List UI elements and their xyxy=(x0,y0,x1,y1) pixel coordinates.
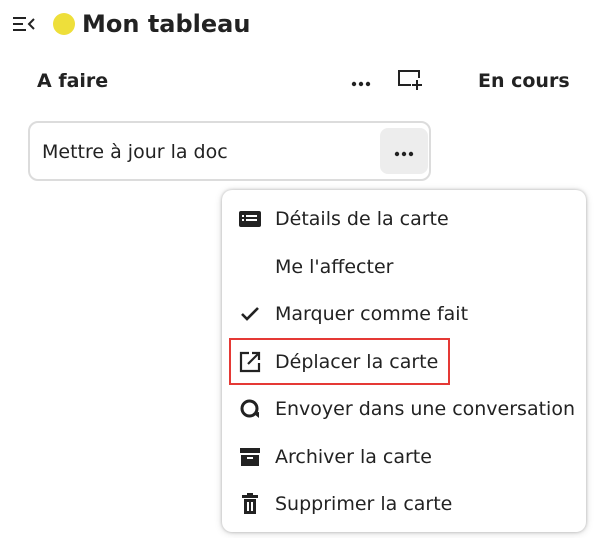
menu-item-label: Archiver la carte xyxy=(275,446,432,468)
menu-item-label: Marquer comme fait xyxy=(275,303,469,325)
add-card-icon xyxy=(395,65,425,97)
card-actions-menu: Détails de la carte Me l'affecter Marque… xyxy=(222,190,586,532)
menu-item-move-card[interactable]: Déplacer la carte xyxy=(222,340,586,384)
menu-item-label: Me l'affecter xyxy=(275,256,394,278)
card-title: Mettre à jour la doc xyxy=(42,141,228,163)
menu-collapse-icon[interactable] xyxy=(12,13,36,35)
column-more-button[interactable] xyxy=(344,66,378,96)
menu-item-label: Supprimer la carte xyxy=(275,493,453,515)
menu-item-archive-card[interactable]: Archiver la carte xyxy=(222,435,586,479)
menu-item-label: Détails de la carte xyxy=(275,208,449,230)
add-card-button[interactable] xyxy=(392,64,428,98)
card[interactable]: Mettre à jour la doc xyxy=(28,121,431,181)
talk-icon xyxy=(238,397,262,421)
more-horizontal-icon xyxy=(351,72,371,91)
menu-item-label: Déplacer la carte xyxy=(275,351,439,373)
menu-item-assign-to-me[interactable]: Me l'affecter xyxy=(222,245,586,289)
board-color-dot xyxy=(53,13,75,35)
menu-item-mark-done[interactable]: Marquer comme fait xyxy=(222,292,586,336)
menu-item-label: Envoyer dans une conversation xyxy=(275,398,575,420)
menu-item-send-to-conversation[interactable]: Envoyer dans une conversation xyxy=(222,387,586,431)
menu-item-delete-card[interactable]: Supprimer la carte xyxy=(222,482,586,526)
card-details-icon xyxy=(238,207,262,231)
menu-item-card-details[interactable]: Détails de la carte xyxy=(222,197,586,241)
column-title-in-progress: En cours xyxy=(478,70,570,92)
archive-icon xyxy=(238,445,262,469)
check-icon xyxy=(238,302,262,326)
board-header: Mon tableau xyxy=(0,0,596,48)
more-horizontal-icon xyxy=(394,142,414,161)
column-title-todo: A faire xyxy=(37,70,109,92)
card-more-button[interactable] xyxy=(380,128,428,174)
open-in-new-icon xyxy=(238,350,262,374)
board-title: Mon tableau xyxy=(82,10,251,38)
delete-icon xyxy=(238,492,262,516)
